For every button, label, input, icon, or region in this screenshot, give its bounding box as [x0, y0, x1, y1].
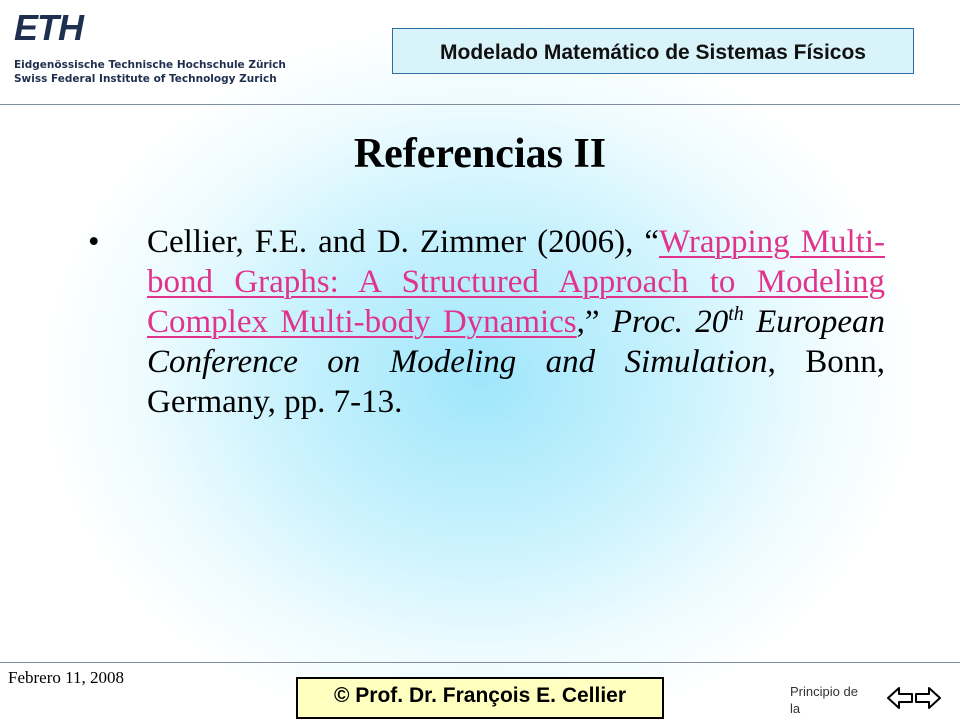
reference-entry: Cellier, F.E. and D. Zimmer (2006), “Wra… — [147, 222, 885, 422]
slide-title: Referencias II — [353, 131, 607, 177]
reference-authors: Cellier, F.E. and D. Zimmer (2006), “ — [147, 224, 660, 260]
course-title: Modelado Matemático de Sistemas Físicos — [440, 41, 866, 64]
reference-proc-sup: th — [728, 303, 744, 325]
start-of-presentation-link[interactable]: Principio de la presentación — [790, 683, 870, 720]
header-divider — [0, 104, 960, 105]
bullet-marker: • — [88, 224, 100, 260]
eth-logo: ETH Eidgenössische Technische Hochschule… — [14, 7, 286, 88]
arrow-right-icon[interactable] — [914, 684, 942, 712]
reference-quote-close: ,” — [576, 304, 612, 340]
footer-divider — [0, 662, 960, 663]
footer-date: Febrero 11, 2008 — [8, 668, 124, 687]
arrow-left-icon[interactable] — [886, 684, 914, 712]
eth-name-german: Eidgenössische Technische Hochschule Zür… — [14, 59, 286, 71]
eth-name-english: Swiss Federal Institute of Technology Zu… — [14, 73, 277, 85]
copyright-text: © Prof. Dr. François E. Cellier — [333, 684, 627, 707]
reference-proc-prefix: Proc. 20 — [611, 304, 729, 340]
slide: ETH Eidgenössische Technische Hochschule… — [0, 0, 960, 720]
eth-wordmark: ETH — [14, 7, 84, 48]
